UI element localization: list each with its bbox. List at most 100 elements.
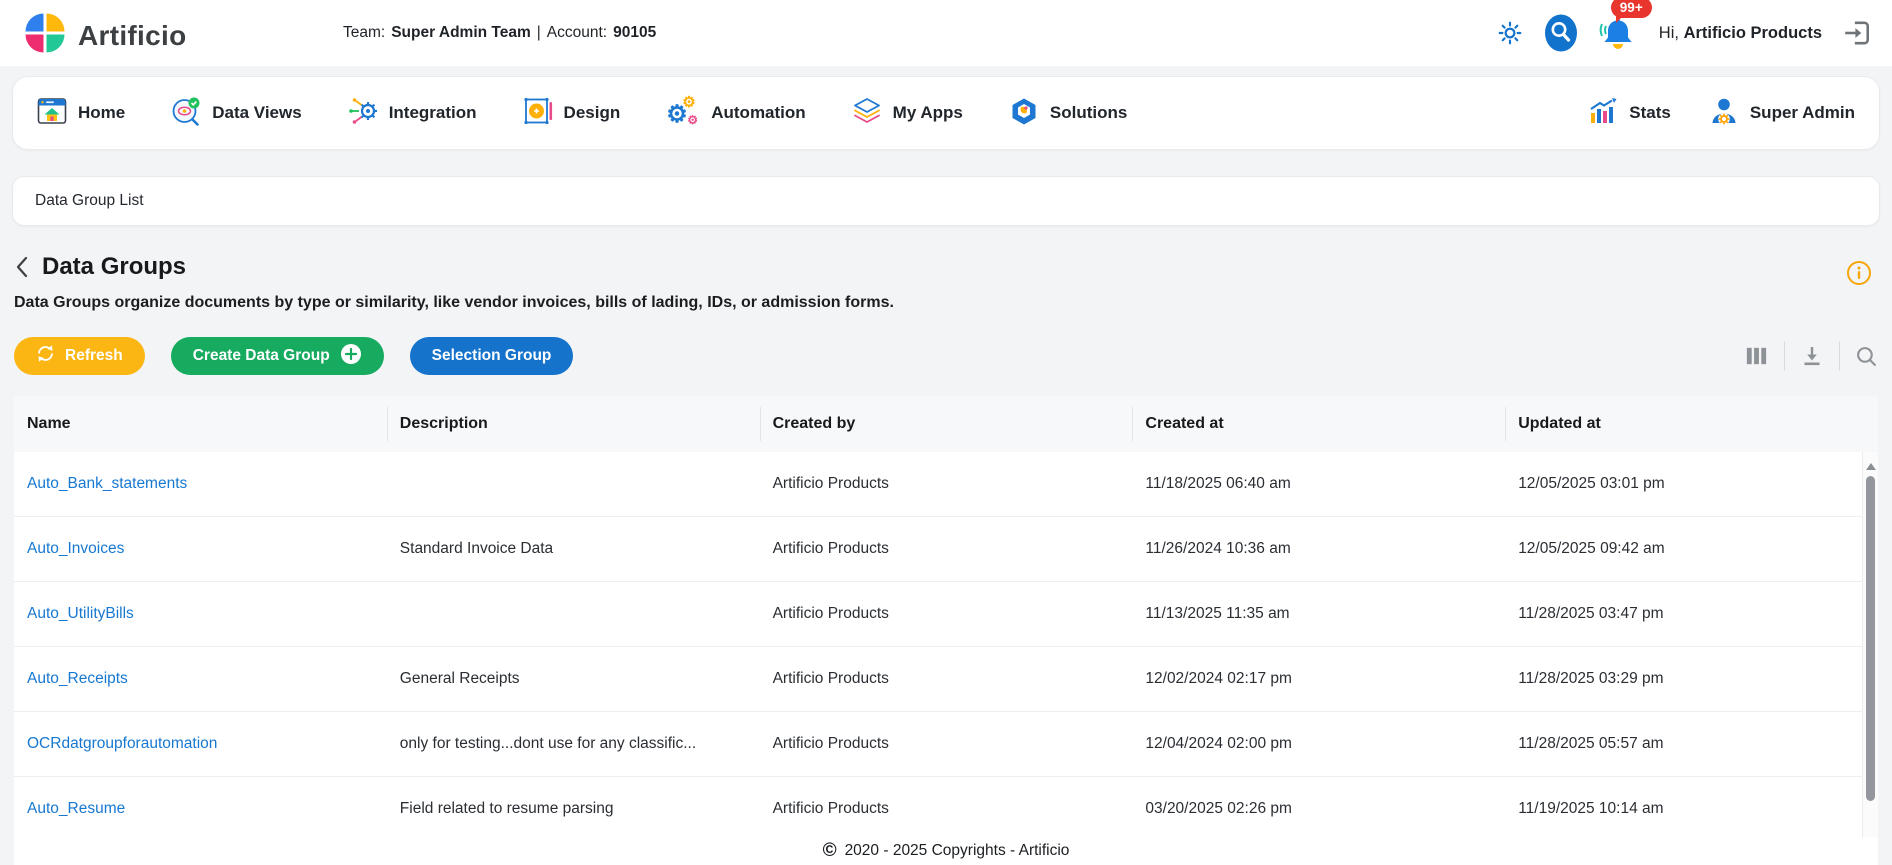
footer-text: 2020 - 2025 Copyrights - Artificio — [844, 842, 1070, 859]
cell-created-at: 11/18/2025 06:40 am — [1145, 475, 1291, 492]
nav-item-home[interactable]: Home — [37, 96, 125, 131]
stats-chart-icon — [1588, 96, 1618, 131]
cell-description: only for testing...dont use for any clas… — [399, 735, 697, 752]
cell-created-by: Artificio Products — [772, 540, 889, 557]
scroll-thumb[interactable] — [1866, 476, 1875, 801]
nav-item-stats[interactable]: Stats — [1588, 96, 1671, 131]
column-header-created-at: Created at — [1132, 407, 1505, 441]
column-header-updated-at: Updated at — [1505, 407, 1878, 441]
nav-item-solutions[interactable]: Solutions — [1009, 96, 1127, 131]
nav-item-automation[interactable]: ⚙ ⚙ ⚙ Automation — [666, 94, 806, 128]
refresh-icon — [36, 344, 55, 368]
datagroup-name-link[interactable]: Auto_Receipts — [14, 670, 387, 688]
cell-created-by: Artificio Products — [772, 670, 889, 687]
super-admin-user-icon — [1709, 96, 1739, 131]
table-row: Auto_Receipts General Receipts Artificio… — [14, 647, 1878, 712]
datagroup-name-link[interactable]: Auto_Bank_statements — [14, 475, 387, 493]
account-value: 90105 — [613, 24, 657, 41]
nav-item-integration[interactable]: Integration — [348, 96, 477, 131]
cell-created-by: Artificio Products — [772, 735, 889, 752]
theme-sun-icon[interactable] — [1497, 20, 1523, 46]
scroll-up-arrow[interactable] — [1865, 458, 1876, 470]
plus-circle-icon — [340, 343, 362, 370]
breadcrumb: Data Group List — [12, 176, 1880, 226]
info-icon[interactable] — [1846, 260, 1872, 291]
cell-created-by: Artificio Products — [772, 605, 889, 622]
cell-created-at: 11/26/2024 10:36 am — [1145, 540, 1291, 557]
artificio-logo-icon — [24, 12, 66, 59]
columns-icon[interactable] — [1744, 345, 1769, 367]
datagroup-name-link[interactable]: Auto_UtilityBills — [14, 605, 387, 623]
design-icon — [523, 96, 553, 131]
column-header-created-by: Created by — [759, 407, 1133, 441]
brand-name: Artificio — [78, 19, 187, 51]
nav-item-my-apps[interactable]: My Apps — [852, 96, 963, 131]
table-row: Auto_Invoices Standard Invoice Data Arti… — [14, 517, 1878, 582]
nav-label: Solutions — [1049, 103, 1128, 122]
table-row: Auto_UtilityBills Artificio Products 11/… — [14, 582, 1878, 647]
account-label: Account: — [546, 24, 608, 41]
nav-label: Automation — [711, 103, 806, 122]
page-description: Data Groups organize documents by type o… — [14, 294, 894, 311]
separator: | — [536, 24, 541, 41]
table-search-icon[interactable] — [1855, 345, 1878, 368]
cell-updated-at: 11/28/2025 03:29 pm — [1518, 670, 1664, 687]
logout-icon[interactable] — [1842, 18, 1872, 48]
cell-created-by: Artificio Products — [772, 475, 889, 492]
page-title: Data Groups — [42, 253, 187, 280]
datagroup-name-link[interactable]: OCRdatgroupforautomation — [14, 735, 387, 753]
integration-icon — [348, 96, 378, 131]
divider — [1839, 341, 1840, 371]
home-icon — [37, 96, 67, 131]
automation-gears-icon: ⚙ ⚙ ⚙ — [666, 94, 698, 128]
table-row: Auto_Resume Field related to resume pars… — [14, 777, 1878, 842]
user-greeting: Hi, Artificio Products — [1659, 24, 1822, 43]
brand-logo[interactable]: Artificio — [24, 12, 186, 59]
nav-item-design[interactable]: Design — [523, 96, 620, 131]
app-header: Artificio Team: Super Admin Team | Accou… — [0, 0, 1892, 66]
search-icon[interactable] — [1543, 13, 1579, 53]
team-value: Super Admin Team — [391, 24, 531, 41]
cell-updated-at: 12/05/2025 09:42 am — [1518, 540, 1665, 557]
greeting-username: Artificio Products — [1683, 23, 1822, 42]
column-header-name: Name — [27, 415, 71, 432]
selection-group-button[interactable]: Selection Group — [409, 337, 574, 375]
cell-created-by: Artificio Products — [772, 800, 889, 817]
column-header-description: Description — [386, 407, 760, 441]
nav-label: My Apps — [892, 103, 963, 122]
create-data-group-button[interactable]: Create Data Group — [170, 337, 384, 375]
nav-label: Super Admin — [1749, 103, 1855, 122]
solutions-cube-icon — [1009, 96, 1039, 131]
nav-label: Stats — [1629, 103, 1671, 122]
divider — [1784, 341, 1785, 371]
cell-updated-at: 11/19/2025 10:14 am — [1518, 800, 1664, 817]
nav-item-super-admin[interactable]: Super Admin — [1709, 96, 1855, 131]
vertical-scrollbar[interactable] — [1862, 452, 1878, 865]
cell-created-at: 12/02/2024 02:17 pm — [1145, 670, 1292, 687]
cell-created-at: 03/20/2025 02:26 pm — [1145, 800, 1292, 817]
download-icon[interactable] — [1800, 344, 1824, 368]
my-apps-layers-icon — [852, 96, 882, 131]
nav-item-data-views[interactable]: Data Views — [171, 96, 302, 131]
notification-badge: 99+ — [1610, 0, 1652, 23]
table-row: OCRdatgroupforautomation only for testin… — [14, 712, 1878, 777]
datagroup-name-link[interactable]: Auto_Resume — [14, 800, 387, 818]
notifications-bell-icon[interactable]: 99+ — [1599, 0, 1652, 56]
cell-created-at: 12/04/2024 02:00 pm — [1145, 735, 1292, 752]
data-views-icon — [171, 96, 201, 131]
cell-updated-at: 11/28/2025 05:57 am — [1518, 735, 1664, 752]
cell-created-at: 11/13/2025 11:35 am — [1145, 605, 1290, 622]
cell-description: Standard Invoice Data — [399, 540, 554, 557]
cell-updated-at: 12/05/2025 03:01 pm — [1518, 475, 1665, 492]
team-account-info: Team: Super Admin Team | Account: 90105 — [343, 0, 656, 66]
create-label: Create Data Group — [192, 347, 330, 364]
nav-label: Integration — [388, 103, 477, 122]
refresh-button[interactable]: Refresh — [14, 337, 145, 375]
back-chevron-icon[interactable] — [14, 254, 32, 280]
datagroup-name-link[interactable]: Auto_Invoices — [14, 540, 387, 558]
cell-description: General Receipts — [399, 670, 520, 687]
nav-label: Data Views — [212, 103, 302, 122]
main-navbar: Home Data Views Integration Design ⚙ ⚙ ⚙… — [12, 76, 1880, 150]
refresh-label: Refresh — [65, 347, 123, 364]
team-label: Team: — [343, 24, 386, 41]
